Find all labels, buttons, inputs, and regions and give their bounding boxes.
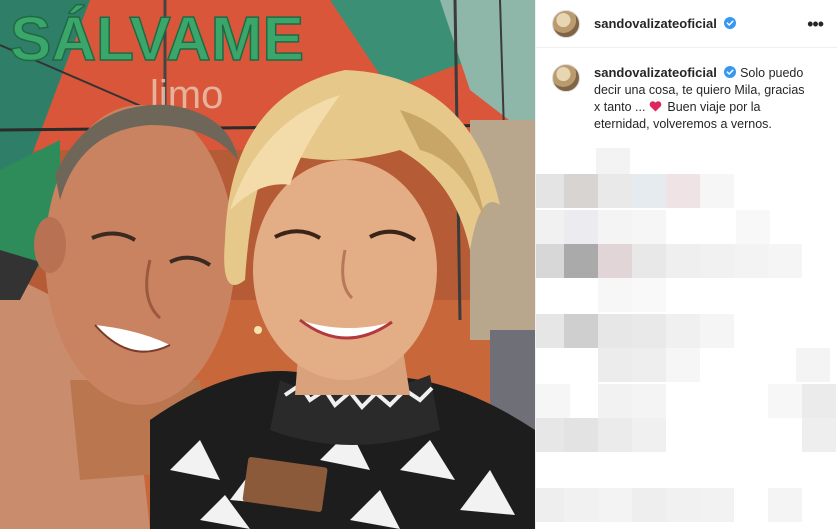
username-link[interactable]: sandovalizateoficial bbox=[594, 16, 737, 31]
more-options-icon[interactable]: ••• bbox=[807, 15, 824, 33]
post-header: sandovalizateoficial ••• bbox=[536, 0, 837, 48]
instagram-post: SÁLVAME limo sandovalizateoficial ••• sa… bbox=[0, 0, 837, 529]
red-heart-icon bbox=[649, 101, 662, 112]
username-text: sandovalizateoficial bbox=[594, 16, 717, 31]
post-side-panel: sandovalizateoficial ••• sandovalizateof… bbox=[535, 0, 837, 529]
pixelated-comments bbox=[536, 148, 837, 529]
sign-text: SÁLVAME bbox=[10, 5, 304, 74]
caption-body: sandovalizateoficial Solo puedo decir un… bbox=[594, 64, 814, 133]
caption-avatar[interactable] bbox=[552, 64, 580, 92]
caption-username-link[interactable]: sandovalizateoficial bbox=[594, 65, 740, 80]
post-photo[interactable]: SÁLVAME limo bbox=[0, 0, 535, 529]
photo-illustration: SÁLVAME limo bbox=[0, 0, 535, 529]
avatar[interactable] bbox=[552, 9, 580, 38]
caption-username: sandovalizateoficial bbox=[594, 65, 717, 80]
verified-badge-icon bbox=[724, 17, 737, 29]
caption: sandovalizateoficial Solo puedo decir un… bbox=[536, 48, 837, 133]
verified-badge-icon bbox=[724, 66, 737, 78]
